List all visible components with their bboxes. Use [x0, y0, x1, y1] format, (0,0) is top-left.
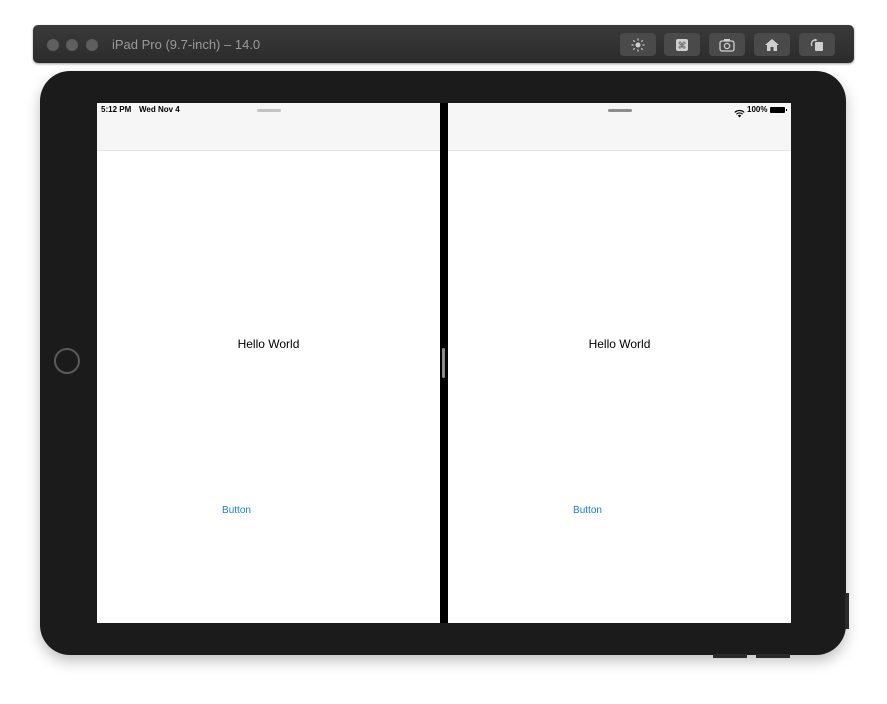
left-button[interactable]: Button — [97, 505, 408, 516]
hello-world-label: Hello World — [588, 337, 651, 351]
device-screen: 5:12 PM Wed Nov 4 Hello World Button 100… — [97, 103, 791, 623]
rotate-button[interactable] — [799, 33, 835, 56]
home-button[interactable] — [54, 348, 80, 374]
screenshot-button[interactable] — [709, 33, 745, 56]
home-icon — [764, 38, 780, 52]
battery-percentage: 100% — [747, 105, 768, 114]
hello-world-label: Hello World — [237, 337, 300, 351]
status-date: Wed Nov 4 — [139, 105, 180, 114]
command-icon: ⌘ — [675, 38, 689, 52]
left-app-pane: 5:12 PM Wed Nov 4 Hello World Button — [97, 103, 440, 623]
screenshot-icon — [719, 38, 735, 52]
window-title: iPad Pro (9.7-inch) – 14.0 — [112, 37, 261, 52]
volume-up-button — [756, 654, 790, 658]
battery-icon — [770, 107, 787, 113]
rotate-icon — [809, 38, 825, 52]
status-time: 5:12 PM — [101, 105, 132, 114]
brightness-button[interactable] — [620, 33, 656, 56]
svg-text:⌘: ⌘ — [678, 41, 687, 51]
right-pane-grabber[interactable] — [608, 109, 632, 112]
side-button — [845, 593, 849, 629]
wifi-icon — [734, 105, 745, 123]
zoom-window-button[interactable] — [86, 39, 98, 51]
left-pane-grabber[interactable] — [257, 109, 281, 112]
left-navigation-bar: 5:12 PM Wed Nov 4 — [97, 103, 440, 151]
split-view-divider-handle[interactable] — [442, 348, 445, 378]
volume-down-button — [713, 654, 747, 658]
minimize-window-button[interactable] — [66, 39, 78, 51]
simulator-titlebar: iPad Pro (9.7-inch) – 14.0 ⌘ — [33, 25, 854, 63]
command-button[interactable]: ⌘ — [664, 33, 700, 56]
home-toolbar-button[interactable] — [754, 33, 790, 56]
right-navigation-bar: 100% — [448, 103, 791, 151]
brightness-icon — [631, 38, 645, 52]
right-button[interactable]: Button — [448, 505, 759, 516]
right-app-pane: 100% Hello World Button — [448, 103, 791, 623]
ipad-device: 5:12 PM Wed Nov 4 Hello World Button 100… — [40, 71, 849, 658]
close-window-button[interactable] — [47, 39, 59, 51]
